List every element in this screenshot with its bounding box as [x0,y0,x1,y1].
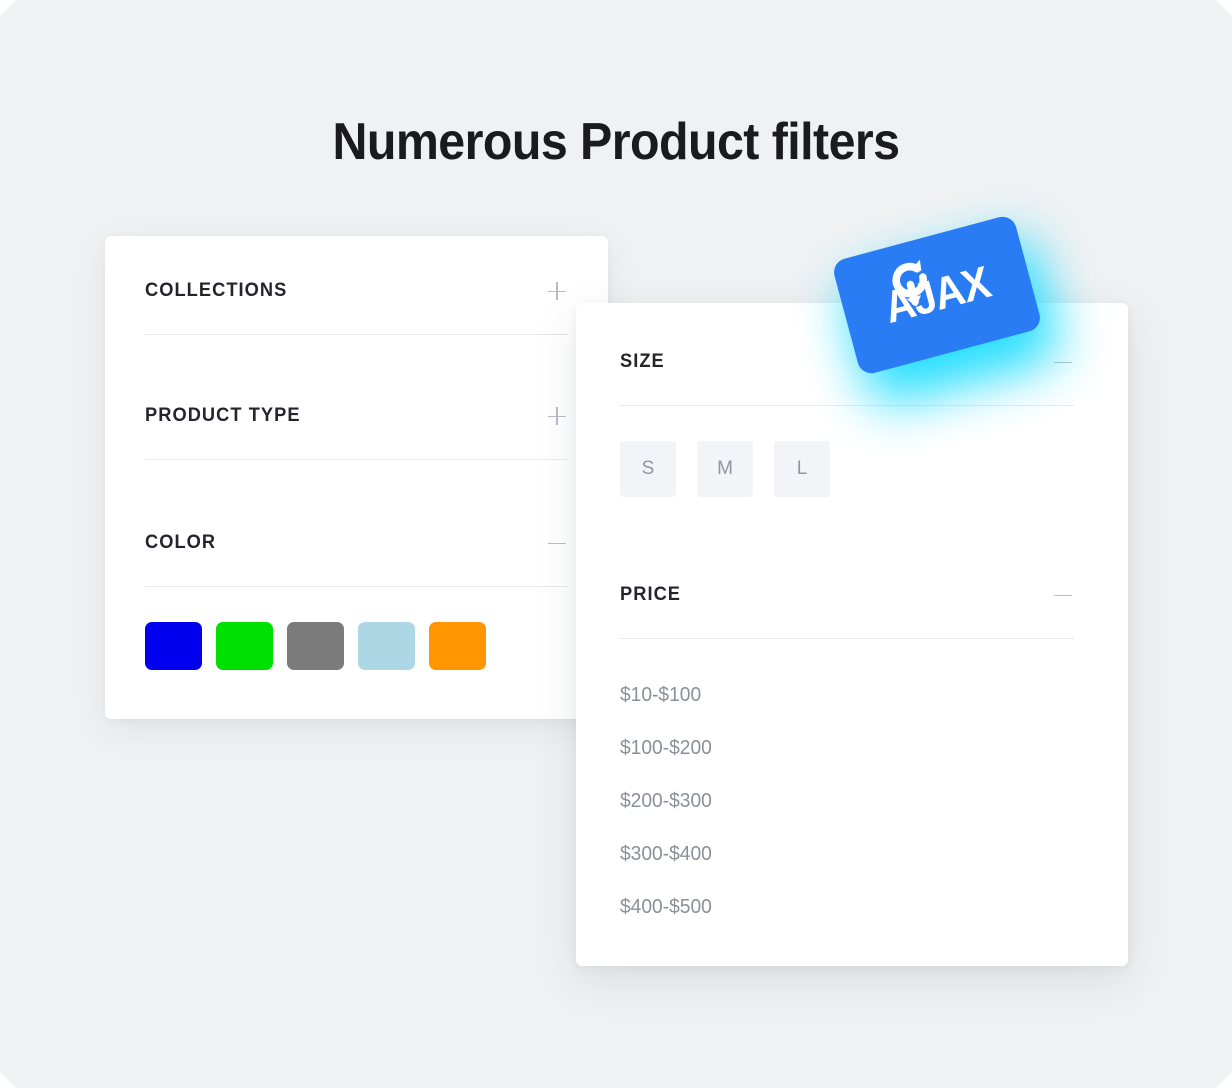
page-title: Numerous Product filters [332,113,900,171]
size-option-row: S M L [620,441,1074,497]
price-range-item[interactable]: $200-$300 [620,775,1056,828]
price-range-list: $10-$100 $100-$200 $200-$300 $300-$400 $… [620,669,1074,934]
size-option-l[interactable]: L [774,441,830,497]
corner-mask-tl [0,0,16,16]
divider-color [145,586,568,587]
corner-mask-tr [1216,0,1232,16]
divider-size [620,405,1074,406]
filter-group-collections-header[interactable]: COLLECTIONS [145,274,568,308]
color-swatch-green[interactable] [216,622,273,670]
ajax-badge: AJAX [830,213,1064,409]
filter-group-product-type-title: PRODUCT TYPE [145,405,301,426]
filters-panel-right: SIZE S M L PRICE $10-$100 $100-$200 $200… [576,303,1128,966]
filter-group-price: PRICE $10-$100 $100-$200 $200-$300 $300-… [620,578,1074,934]
color-swatch-light-blue[interactable] [358,622,415,670]
minus-icon-color[interactable] [546,532,568,554]
minus-icon-price[interactable] [1052,584,1074,606]
plus-icon-collections[interactable] [546,280,568,302]
filter-group-price-header[interactable]: PRICE [620,578,1074,612]
color-swatch-row [145,622,568,670]
size-option-m[interactable]: M [697,441,753,497]
divider-product-type [145,459,568,460]
filter-group-product-type: PRODUCT TYPE [145,399,568,460]
filter-group-color-title: COLOR [145,532,217,553]
corner-mask-br [1216,1072,1232,1088]
price-range-item[interactable]: $400-$500 [620,881,1056,934]
divider-collections [145,334,568,335]
filter-group-color: COLOR [145,526,568,670]
filter-group-size-title: SIZE [620,351,665,372]
color-swatch-blue[interactable] [145,622,202,670]
filter-group-collections-title: COLLECTIONS [145,280,288,301]
corner-mask-bl [0,1072,16,1088]
price-range-item[interactable]: $10-$100 [620,669,1056,722]
color-swatch-orange[interactable] [429,622,486,670]
filter-group-collections: COLLECTIONS [145,274,568,335]
price-range-item[interactable]: $300-$400 [620,828,1056,881]
ajax-badge-label: AJAX [878,256,996,333]
filter-group-price-title: PRICE [620,584,682,605]
filter-group-product-type-header[interactable]: PRODUCT TYPE [145,399,568,433]
page-canvas: Numerous Product filters COLLECTIONS PRO… [0,0,1232,1088]
price-range-item[interactable]: $100-$200 [620,722,1056,775]
color-swatch-gray[interactable] [287,622,344,670]
plus-icon-product-type[interactable] [546,405,568,427]
size-option-s[interactable]: S [620,441,676,497]
divider-price [620,638,1074,639]
filters-panel-left: COLLECTIONS PRODUCT TYPE COLOR [105,236,608,719]
filter-group-color-header[interactable]: COLOR [145,526,568,560]
